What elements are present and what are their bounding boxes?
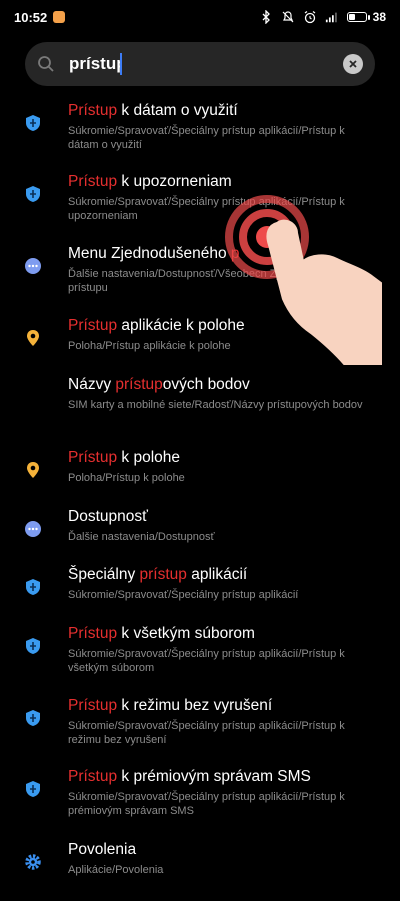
battery-icon	[346, 12, 367, 22]
result-title-highlight: Prístup	[68, 173, 118, 190]
battery-cap	[367, 14, 370, 20]
text-cursor	[120, 53, 122, 75]
search-result-item[interactable]: Prístup k režimu bez vyrušení Súkromie/Sp…	[0, 697, 400, 757]
result-title: Názvy prístupových bodov	[68, 376, 250, 394]
result-title-text: k polohe	[117, 449, 181, 466]
result-subtitle: Poloha/Prístup k polohe	[68, 472, 185, 484]
result-title-text: aplikácií	[186, 566, 248, 583]
mute-bell-icon	[282, 11, 294, 23]
result-subtitle: Súkromie/Spravovať/Špeciálny prístup apl…	[68, 720, 345, 746]
notification-app-icon	[53, 11, 66, 23]
privacy-icon	[26, 579, 40, 595]
result-title-text: Dostupnosť	[68, 508, 148, 525]
result-title: Prístup k polohe	[68, 449, 180, 467]
result-subtitle: Súkromie/Spravovať/Špeciálny prístup apl…	[68, 589, 299, 601]
result-title: Prístup k prémiovým správam SMS	[68, 768, 311, 786]
search-icon	[38, 56, 54, 72]
gear-icon	[25, 854, 41, 870]
result-title: Menu Zjednodušeného p	[68, 245, 240, 263]
privacy-icon	[26, 781, 40, 797]
location-icon	[27, 462, 39, 478]
result-title-highlight: Prístup	[68, 317, 118, 334]
result-title: Prístup k dátam o využití	[68, 102, 238, 120]
result-title-highlight: prístup	[139, 566, 187, 583]
status-left: 10:52	[14, 9, 66, 25]
result-title-highlight: Prístup	[68, 697, 118, 714]
result-subtitle: Súkromie/Spravovať/Špeciálny prístup apl…	[68, 125, 345, 151]
result-subtitle: Aplikácie/Povolenia	[68, 864, 164, 876]
result-subtitle: Súkromie/Spravovať/Špeciálny prístup apl…	[68, 648, 345, 674]
result-title: Špeciálny prístup aplikácií	[68, 566, 247, 584]
result-title-text: k dátam o využití	[117, 102, 238, 119]
signal-icon	[325, 12, 337, 23]
result-title: Povolenia	[68, 841, 136, 859]
search-result-item[interactable]: Prístup k prémiovým správam SMS Súkromie/…	[0, 768, 400, 828]
result-title-text: k režimu bez vyrušení	[117, 697, 273, 714]
result-title-text: k prémiovým správam SMS	[117, 768, 311, 785]
battery-indicator: 38	[346, 10, 386, 24]
result-title: Prístup k všetkým súborom	[68, 625, 255, 643]
result-title-highlight: prístup	[115, 376, 163, 393]
tap-gesture-hand-icon	[225, 195, 382, 365]
search-result-item[interactable]: Špeciálny prístup aplikácií Súkromie/Spra…	[0, 566, 400, 626]
result-title: Dostupnosť	[68, 508, 148, 526]
privacy-icon	[26, 115, 40, 131]
result-subtitle: SIM karty a mobilné siete/Radosť/Názvy p…	[68, 399, 363, 411]
result-subtitle: Ďalšie nastavenia/Dostupnosť	[68, 531, 215, 543]
clock: 10:52	[14, 9, 48, 25]
location-icon	[27, 330, 39, 346]
result-title-text: ových bodov	[162, 376, 250, 393]
status-bar: 10:52 38	[0, 0, 400, 34]
battery-fill	[348, 14, 355, 20]
search-result-item[interactable]: Dostupnosť Ďalšie nastavenia/Dostupnosť	[0, 508, 400, 568]
result-title: Prístup k upozorneniam	[68, 173, 232, 191]
result-title-highlight: Prístup	[68, 449, 118, 466]
privacy-icon	[26, 186, 40, 202]
clear-search-button[interactable]	[343, 54, 363, 74]
search-result-item[interactable]: Prístup k dátam o využití Súkromie/Spravo…	[0, 102, 400, 162]
search-result-item[interactable]: Názvy prístupových bodov SIM karty a mobi…	[0, 376, 400, 436]
status-right: 38	[259, 10, 386, 24]
more-settings-icon	[25, 521, 41, 537]
result-title-highlight: Prístup	[68, 768, 118, 785]
search-input[interactable]	[69, 54, 121, 74]
bluetooth-icon	[262, 10, 270, 24]
more-settings-icon	[25, 258, 41, 274]
privacy-icon	[26, 710, 40, 726]
result-title-text: k všetkým súborom	[117, 625, 255, 642]
search-result-item[interactable]: Prístup k polohe Poloha/Prístup k polohe	[0, 449, 400, 509]
alarm-icon	[304, 11, 316, 24]
result-title-text: k upozorneniam	[117, 173, 232, 190]
result-title-text: Názvy	[68, 376, 116, 393]
search-bar[interactable]	[25, 42, 375, 86]
result-title-highlight: Prístup	[68, 625, 118, 642]
battery-percentage: 38	[372, 10, 386, 24]
result-title-text: Špeciálny	[68, 566, 140, 583]
close-icon	[349, 60, 357, 68]
search-result-item[interactable]: Prístup k všetkým súborom Súkromie/Spravo…	[0, 625, 400, 685]
result-title-highlight: Prístup	[68, 102, 118, 119]
search-result-item[interactable]: Povolenia Aplikácie/Povolenia	[0, 841, 400, 901]
result-title: Prístup aplikácie k polohe	[68, 317, 245, 335]
result-title: Prístup k režimu bez vyrušení	[68, 697, 272, 715]
result-title-text: Povolenia	[68, 841, 137, 858]
result-subtitle: Súkromie/Spravovať/Špeciálny prístup apl…	[68, 791, 345, 817]
privacy-icon	[26, 638, 40, 654]
result-title-text: Menu Zjednodušeného	[68, 245, 231, 262]
